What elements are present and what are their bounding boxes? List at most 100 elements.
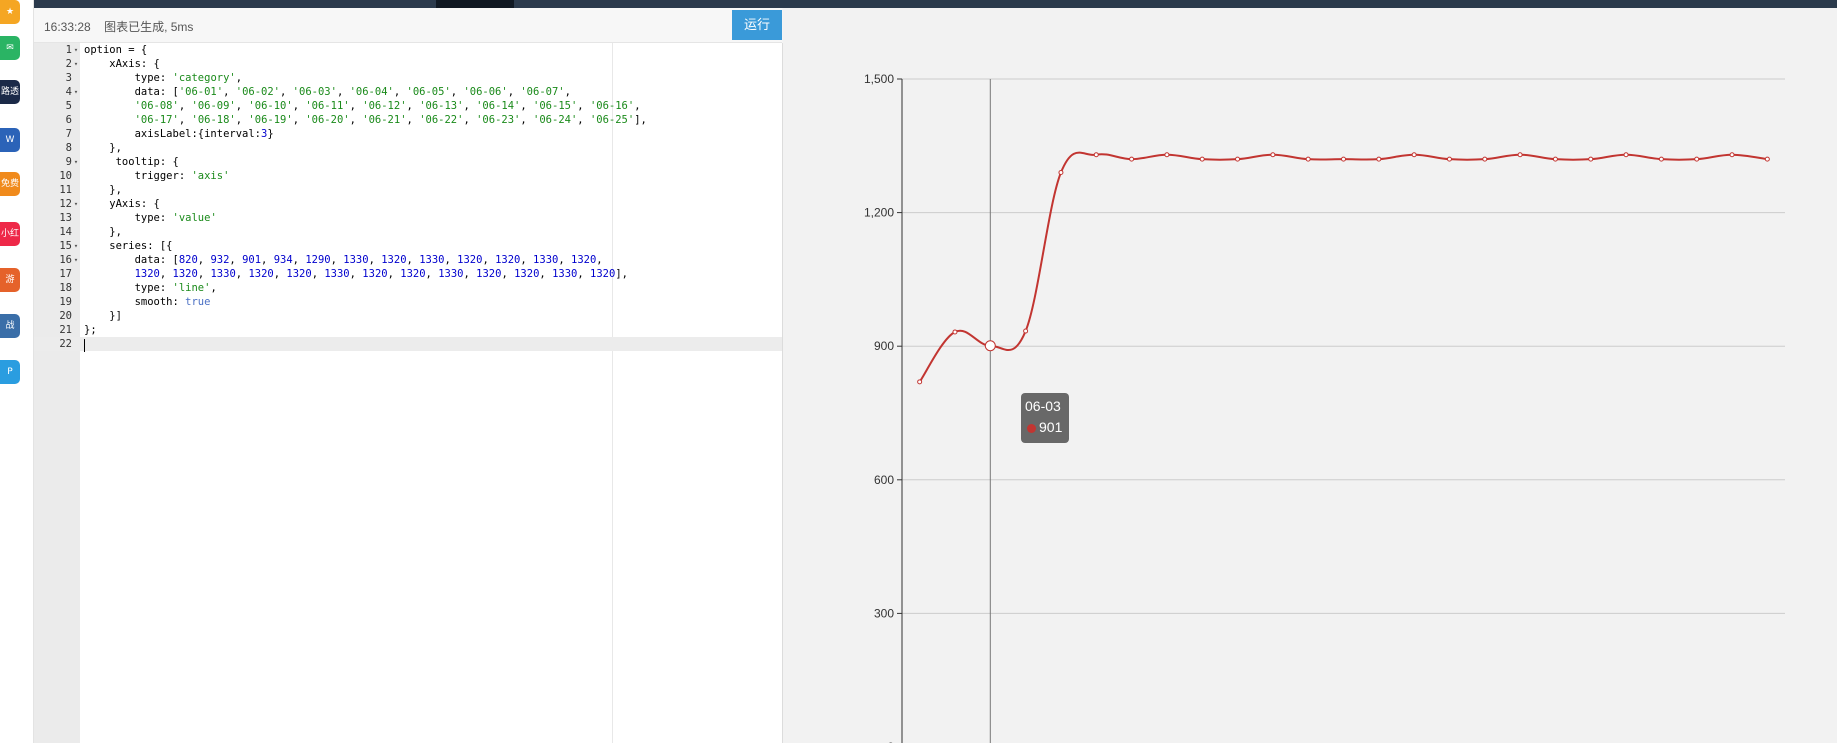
run-button[interactable]: 运行 [732,10,782,40]
code-line[interactable]: 22 [34,337,782,351]
code-line[interactable]: 11 }, [34,183,782,197]
status-message: 16:33:28 图表已生成, 5ms [44,18,193,35]
code-line[interactable]: 8 }, [34,141,782,155]
code-line[interactable]: 10 trigger: 'axis' [34,169,782,183]
code-lines[interactable]: 1 ▾ option = {2 ▾ xAxis: {3 type: 'category… [34,43,782,351]
code-line[interactable]: 6 '06-17', '06-18', '06-19', '06-20', '0… [34,113,782,127]
code-line[interactable]: 5 '06-08', '06-09', '06-10', '06-11', '0… [34,99,782,113]
y-tick-label: 600 [874,473,894,487]
data-point [1093,152,1099,158]
code-text: series: [{ [84,240,173,252]
line-number: 9 [65,156,72,168]
line-number: 13 [59,212,72,224]
y-tick-label: 1,500 [864,72,894,86]
code-text: type: 'line', [84,282,217,294]
line-number: 8 [65,142,72,154]
fold-arrow-icon[interactable]: ▾ [72,43,80,57]
line-number: 21 [59,324,72,336]
status-time: 16:33:28 [44,20,91,34]
code-text: '06-08', '06-09', '06-10', '06-11', '06-… [134,100,641,112]
code-line[interactable]: 9 ▾ tooltip: { [34,155,782,169]
line-number: 14 [59,226,72,238]
code-line[interactable]: 19 smooth: true [34,295,782,309]
code-line[interactable]: 21}; [34,323,782,337]
chart-tooltip: 06-03 901 [1021,393,1069,443]
line-number: 4 [65,86,72,98]
fold-arrow-icon[interactable]: ▾ [72,197,80,211]
code-line[interactable]: 4 ▾ data: ['06-01', '06-02', '06-03', '06… [34,85,782,99]
data-point [1764,156,1770,162]
data-point [1482,156,1488,162]
code-line[interactable]: 12 ▾ yAxis: { [34,197,782,211]
fold-arrow-icon[interactable]: ▾ [72,57,80,71]
data-point [1058,170,1064,176]
game2-app-icon[interactable]: 战 [0,314,20,338]
code-line[interactable]: 7 axisLabel:{interval:3} [34,127,782,141]
fold-arrow-icon[interactable]: ▾ [72,85,80,99]
y-tick-label: 900 [874,339,894,353]
line-number: 20 [59,310,72,322]
line-number: 10 [59,170,72,182]
mail-app-icon[interactable]: ✉ [0,36,20,60]
app-dock: ★ ✉ 路透 W 免费小红书游战P [0,0,34,743]
line-chart[interactable]: 03006009001,2001,500 [783,8,1837,743]
data-point [1199,156,1205,162]
word-app-icon[interactable]: W [0,128,20,152]
data-point [1446,156,1452,162]
code-line[interactable]: 1 ▾ option = { [34,43,782,57]
code-line[interactable]: 2 ▾ xAxis: { [34,57,782,71]
xiaohongshu-app-icon[interactable]: 小红书 [0,222,20,246]
p-app-icon[interactable]: P [0,360,20,384]
code-line[interactable]: 15 ▾ series: [{ [34,239,782,253]
code-line[interactable]: 17 1320, 1320, 1330, 1320, 1320, 1330, 1… [34,267,782,281]
line-number: 15 [59,240,72,252]
code-text: xAxis: { [84,58,160,70]
line-number: 12 [59,198,72,210]
news-app-icon[interactable]: 路透 [0,80,20,104]
fold-arrow-icon[interactable]: ▾ [72,239,80,253]
editor-toolbar: 16:33:28 图表已生成, 5ms 运行 [34,8,782,43]
fold-arrow-icon[interactable]: ▾ [72,253,80,267]
game-app-icon[interactable]: 游 [0,268,20,292]
series-line [918,151,1768,383]
active-tab[interactable] [436,0,514,8]
code-text: }, [84,226,122,238]
line-number: 18 [59,282,72,294]
line-number: 5 [65,100,72,112]
data-point [917,379,923,385]
code-line[interactable]: 18 type: 'line', [34,281,782,295]
line-number: 1 [65,44,72,56]
novel-app-icon[interactable]: 免费 [0,172,20,196]
star-app-icon[interactable]: ★ [0,0,20,24]
code-text: data: [820, 932, 901, 934, 1290, 1330, 1… [84,254,603,266]
tooltip-value: 901 [1039,419,1063,435]
tooltip-category: 06-03 [1025,398,1061,414]
chart-panel: 03006009001,2001,500 [783,8,1837,743]
line-number: 19 [59,296,72,308]
code-line[interactable]: 14 }, [34,225,782,239]
code-text: trigger: 'axis' [84,170,230,182]
data-point [952,329,958,335]
data-point [1623,152,1629,158]
code-text: axisLabel:{interval:3} [84,128,274,140]
code-line[interactable]: 16 ▾ data: [820, 932, 901, 934, 1290, 133… [34,253,782,267]
code-text: type: 'category', [84,72,243,84]
data-point [1164,152,1170,158]
line-number: 22 [59,338,72,350]
code-line[interactable]: 3 type: 'category', [34,71,782,85]
code-editor[interactable]: 1 ▾ option = {2 ▾ xAxis: {3 type: 'category… [34,43,783,743]
line-number: 3 [65,72,72,84]
y-tick-label: 300 [874,606,894,620]
line-number: 11 [59,184,72,196]
text-cursor [84,339,85,352]
code-line[interactable]: 20 }] [34,309,782,323]
line-number: 16 [59,254,72,266]
code-text: option = { [84,44,148,56]
code-text: }; [84,324,97,336]
data-point [1658,156,1664,162]
line-number: 17 [59,268,72,280]
data-point [1694,156,1700,162]
code-text: smooth: true [84,296,211,308]
code-line[interactable]: 13 type: 'value' [34,211,782,225]
fold-arrow-icon[interactable]: ▾ [72,155,80,169]
